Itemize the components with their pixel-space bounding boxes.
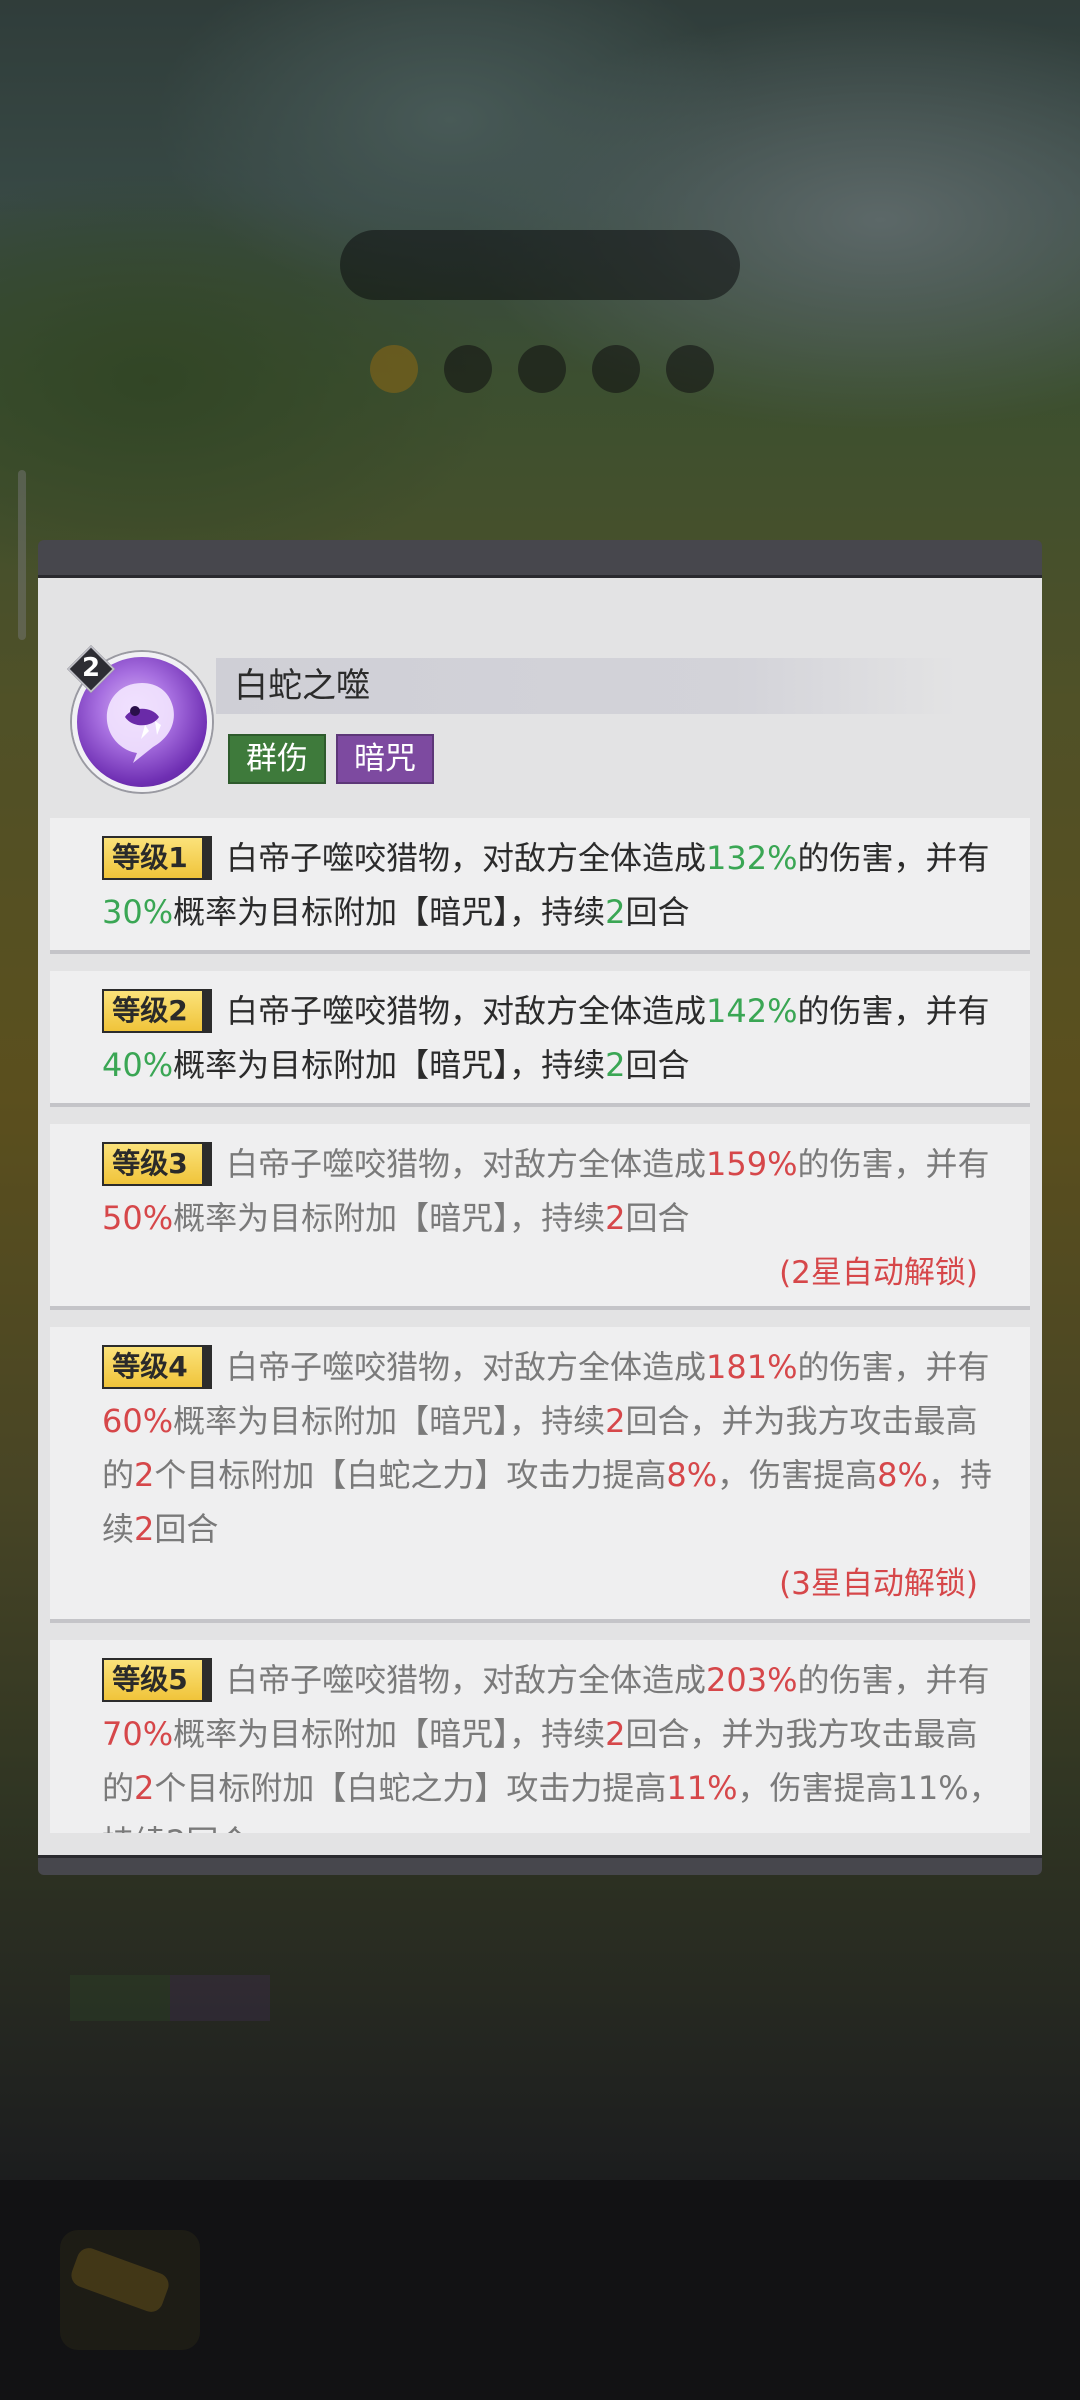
unlock-requirement: (2星自动解锁) xyxy=(779,1255,978,1291)
level-text: 白帝子噬咬猎物，对敌方全体造成 xyxy=(226,1661,707,1699)
level-text: 回合 xyxy=(625,1046,690,1084)
level-value: 142% xyxy=(706,992,798,1030)
unlock-requirement: (3星自动解锁) xyxy=(779,1566,978,1602)
level-description: 白帝子噬咬猎物，对敌方全体造成181%的伤害，并有 60%概率为目标附加【暗咒】，… xyxy=(102,1340,1002,1556)
level-text: 的伤害，并有 xyxy=(797,839,990,877)
level-value: 30% xyxy=(102,893,174,931)
level-value: 8% xyxy=(666,1456,718,1494)
level-value: 181% xyxy=(706,1348,798,1386)
level-description: 白帝子噬咬猎物，对敌方全体造成159%的伤害，并有 50%概率为目标附加【暗咒】，… xyxy=(102,1137,1002,1245)
level-value: 203% xyxy=(706,1661,798,1699)
level-text: 概率为目标附加【暗咒】，持续 xyxy=(173,1402,606,1440)
modal-top-bar xyxy=(38,540,1042,578)
level-value: 2 xyxy=(605,1715,626,1753)
level-value: 70% xyxy=(102,1715,174,1753)
level-value: 2 xyxy=(605,893,626,931)
level-description: 白帝子噬咬猎物，对敌方全体造成142%的伤害，并有 40%概率为目标附加【暗咒】，… xyxy=(102,984,1002,1092)
level-value: 40% xyxy=(102,1046,174,1084)
level-card-3: 等级3 白帝子噬咬猎物，对敌方全体造成159%的伤害，并有50%概率为目标附加【… xyxy=(50,1124,1030,1310)
modal-body: 2 白蛇之噬 群伤 暗咒 等级1 白帝子噬咬猎物，对敌方全体造成132%的伤害，… xyxy=(38,578,1042,1855)
level-card-1: 等级1 白帝子噬咬猎物，对敌方全体造成132%的伤害，并有30%概率为目标附加【… xyxy=(50,818,1030,954)
level-value: 159% xyxy=(706,1145,798,1183)
level-description: 白帝子噬咬猎物，对敌方全体造成203%的伤害，并有 70%概率为目标附加【暗咒】，… xyxy=(102,1653,1002,1833)
level-value: 2 xyxy=(605,1046,626,1084)
level-text: 回合 xyxy=(625,893,690,931)
level-text: 的伤害，并有 xyxy=(797,1348,990,1386)
level-text: 的伤害，并有 xyxy=(797,992,990,1030)
skill-level-badge: 2 xyxy=(66,644,116,694)
level-card-2: 等级2 白帝子噬咬猎物，对敌方全体造成142%的伤害，并有40%概率为目标附加【… xyxy=(50,971,1030,1107)
modal-bottom-bar xyxy=(38,1855,1042,1875)
level-value: 2 xyxy=(134,1769,155,1807)
level-description: 白帝子噬咬猎物，对敌方全体造成132%的伤害，并有 30%概率为目标附加【暗咒】，… xyxy=(102,831,1002,939)
level-text: 白帝子噬咬猎物，对敌方全体造成 xyxy=(226,1145,707,1183)
level-card-5: 等级5 白帝子噬咬猎物，对敌方全体造成203%的伤害，并有70%概率为目标附加【… xyxy=(50,1640,1030,1833)
skill-detail-modal: 2 白蛇之噬 群伤 暗咒 等级1 白帝子噬咬猎物，对敌方全体造成132%的伤害，… xyxy=(38,540,1042,1875)
level-text: 概率为目标附加【暗咒】，持续 xyxy=(173,1715,606,1753)
level-value: 2 xyxy=(605,1402,626,1440)
level-value: 11% xyxy=(666,1769,738,1807)
level-text: 个目标附加【白蛇之力】攻击力提高 xyxy=(154,1769,667,1807)
level-text: 白帝子噬咬猎物，对敌方全体造成 xyxy=(226,1348,707,1386)
level-text: 回合 xyxy=(154,1510,219,1548)
skill-tags: 群伤 暗咒 xyxy=(228,734,434,784)
level-text: 个目标附加【白蛇之力】攻击力提高 xyxy=(154,1456,667,1494)
tag-dark-curse: 暗咒 xyxy=(336,734,434,784)
level-value: 2 xyxy=(134,1510,155,1548)
level-text: 的伤害，并有 xyxy=(797,1145,990,1183)
level-text: 概率为目标附加【暗咒】，持续 xyxy=(173,1199,606,1237)
level-value: 8% xyxy=(877,1456,928,1494)
level-text: 白帝子噬咬猎物，对敌方全体造成 xyxy=(226,992,707,1030)
level-text: 的伤害，并有 xyxy=(797,1661,990,1699)
skill-level-list[interactable]: 等级1 白帝子噬咬猎物，对敌方全体造成132%的伤害，并有30%概率为目标附加【… xyxy=(50,818,1030,1833)
level-text: ，伤害提高 xyxy=(717,1456,878,1494)
level-card-4: 等级4 白帝子噬咬猎物，对敌方全体造成181%的伤害，并有60%概率为目标附加【… xyxy=(50,1327,1030,1623)
level-value: 2 xyxy=(134,1456,155,1494)
level-value: 50% xyxy=(102,1199,174,1237)
level-value: 60% xyxy=(102,1402,174,1440)
level-text: 回合 xyxy=(625,1199,690,1237)
skill-icon-frame: 2 xyxy=(66,644,212,792)
level-value: 2 xyxy=(605,1199,626,1237)
tag-aoe: 群伤 xyxy=(228,734,326,784)
skill-name: 白蛇之噬 xyxy=(234,666,370,706)
level-text: 白帝子噬咬猎物，对敌方全体造成 xyxy=(226,839,707,877)
level-text: 概率为目标附加【暗咒】，持续 xyxy=(173,1046,606,1084)
level-value: 132% xyxy=(706,839,798,877)
level-text: 概率为目标附加【暗咒】，持续 xyxy=(173,893,606,931)
